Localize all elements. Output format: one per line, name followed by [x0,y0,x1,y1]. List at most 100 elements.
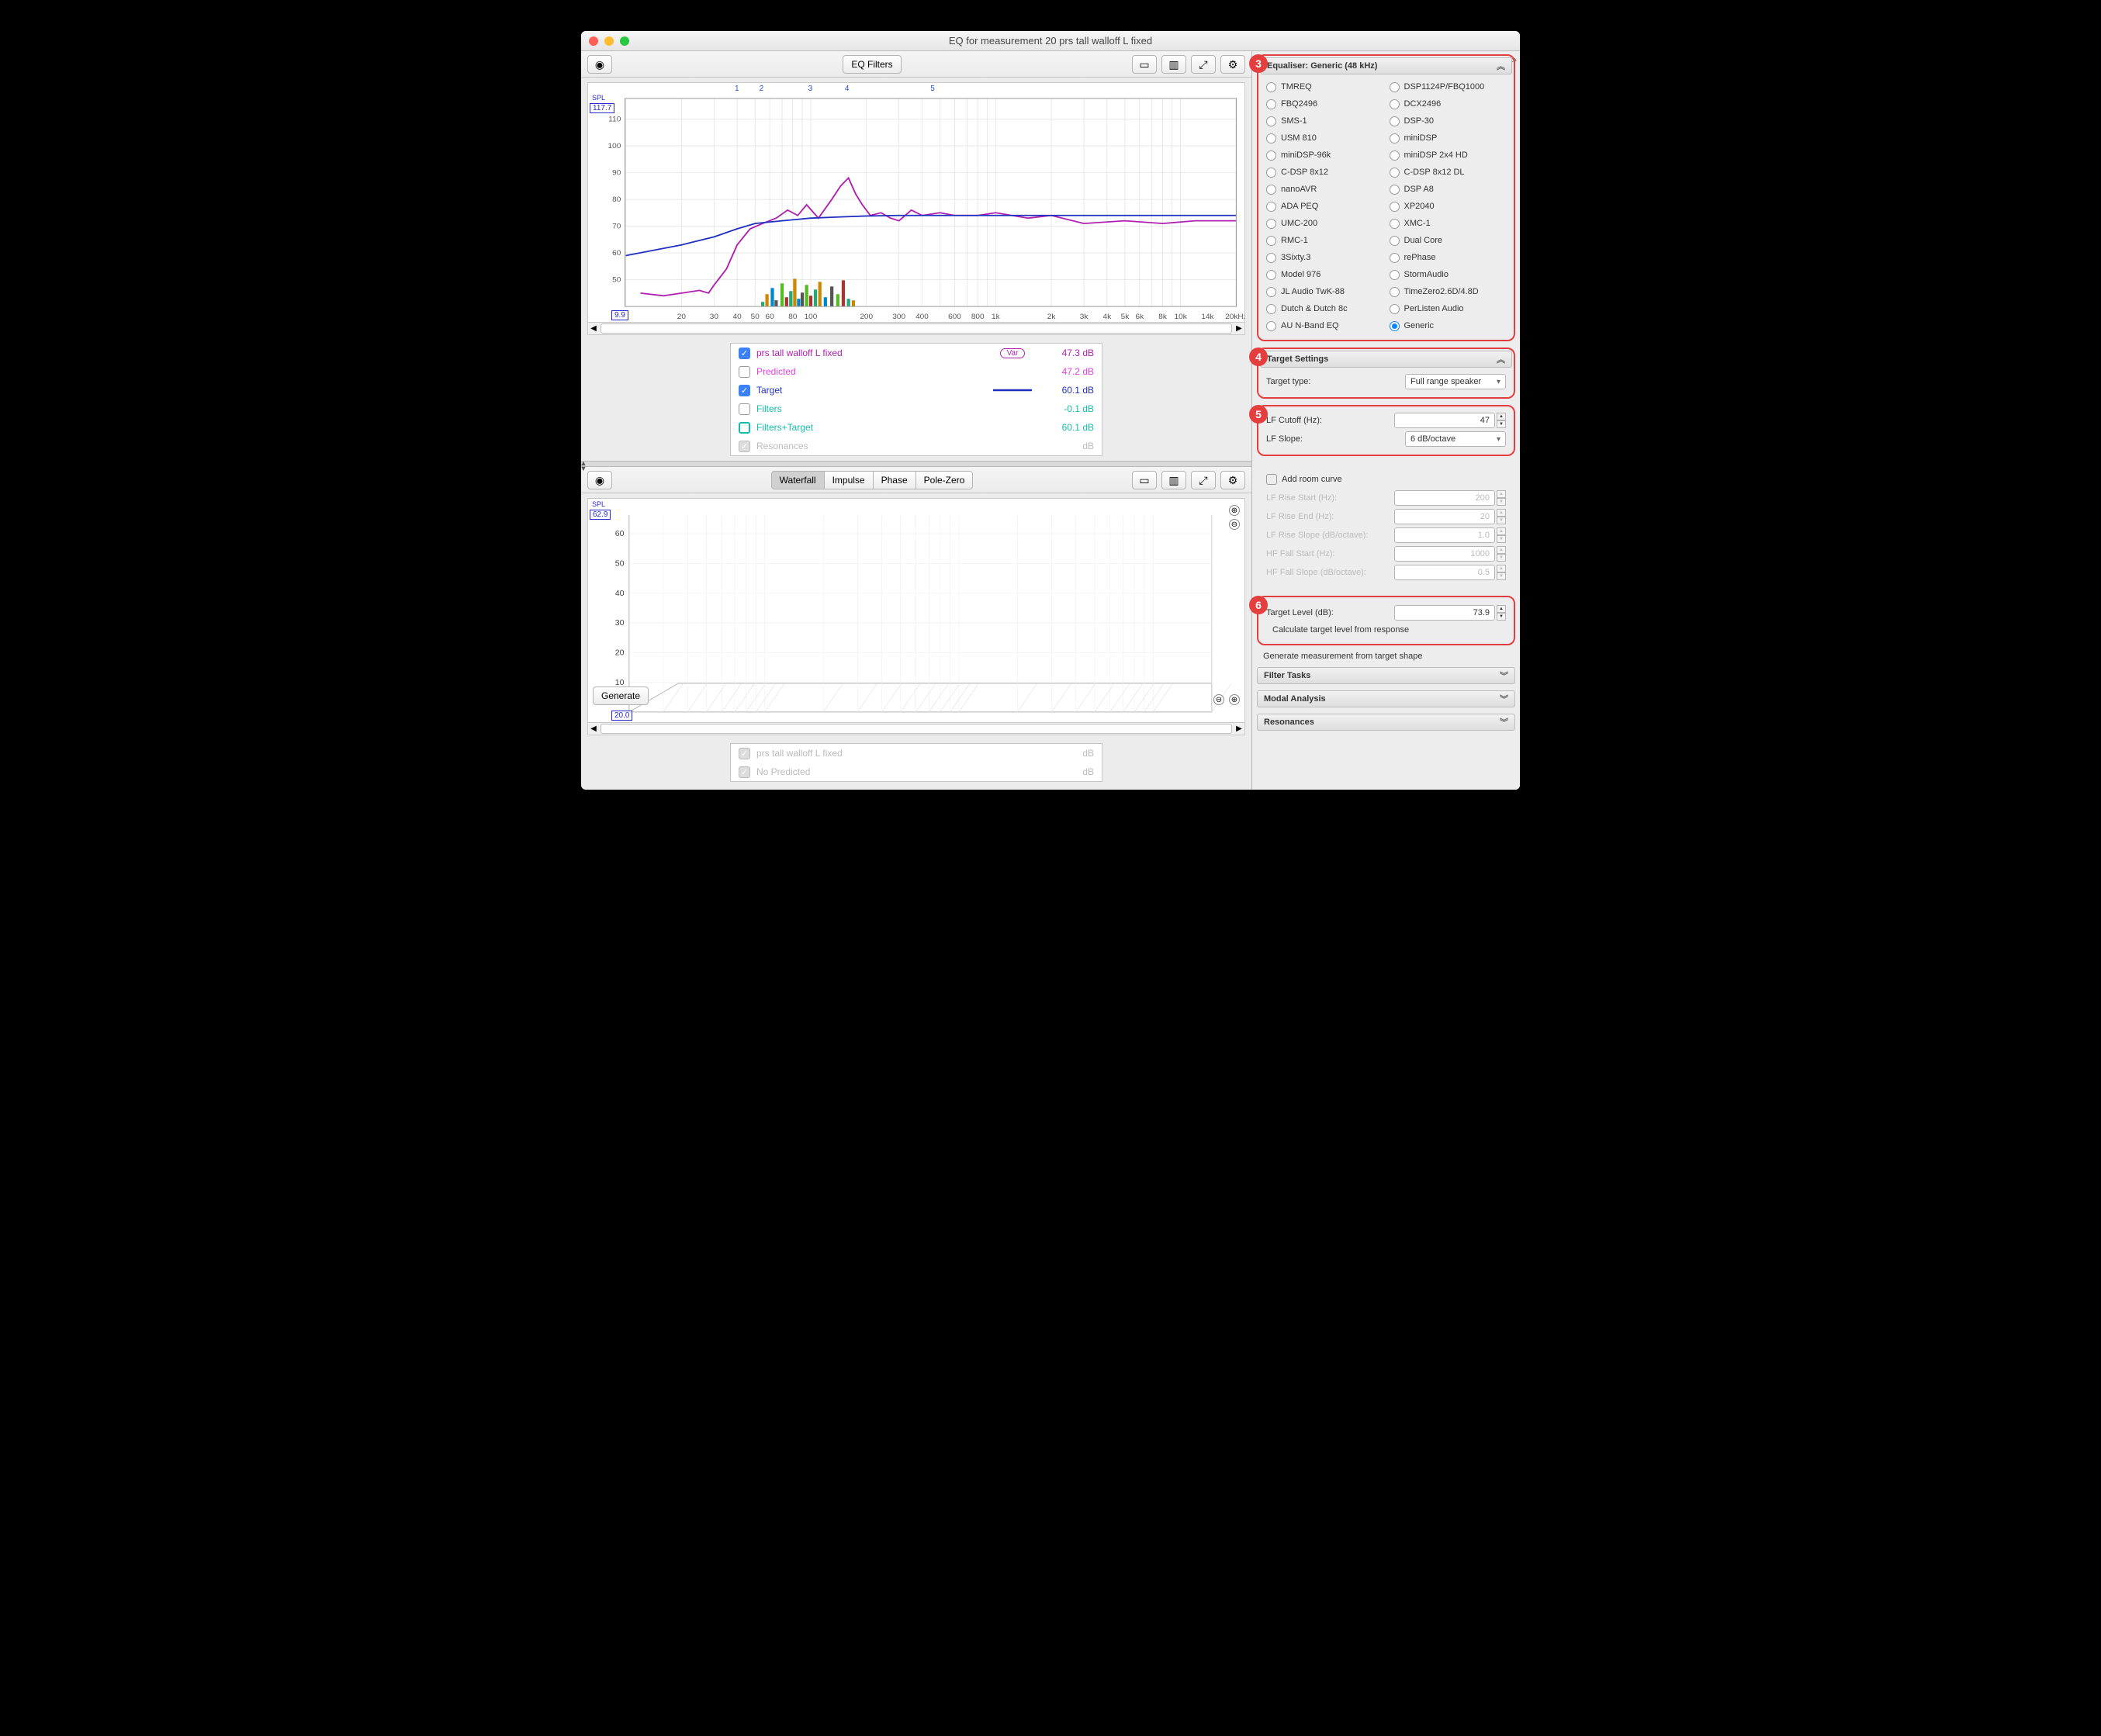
upper-chart-scrollbar[interactable]: ◀ ▶ [587,323,1245,335]
legend-checkbox[interactable]: ✓ [739,441,750,452]
camera-button-2[interactable]: ◉ [587,471,612,489]
eq-filters-button[interactable]: EQ Filters [843,55,901,74]
equaliser-radio-dsp-30[interactable]: DSP-30 [1390,113,1507,129]
target-type-select[interactable]: Full range speaker [1405,374,1506,389]
equaliser-radio-minidsp[interactable]: miniDSP [1390,130,1507,146]
equaliser-radio-dual-core[interactable]: Dual Core [1390,233,1507,248]
equaliser-header[interactable]: Equaliser: Generic (48 kHz) ︽ [1260,57,1512,74]
equaliser-radio-minidsp-2x4-hd[interactable]: miniDSP 2x4 HD [1390,147,1507,163]
equaliser-radio-usm-810[interactable]: USM 810 [1266,130,1383,146]
room-curve-input[interactable]: 0.5 [1394,565,1495,580]
scroll-right-icon[interactable]: ▶ [1234,323,1244,334]
target-level-stepper[interactable]: ▲▼ [1497,605,1506,621]
zoom-in-x[interactable]: ⊕ [1229,694,1240,705]
equaliser-radio-fbq2496[interactable]: FBQ2496 [1266,96,1383,112]
generate-measurement-link[interactable]: Generate measurement from target shape [1257,648,1515,664]
room-curve-input[interactable]: 20 [1394,509,1495,524]
equaliser-radio-au-n-band-eq[interactable]: AU N-Band EQ [1266,318,1383,334]
lower-waterfall-chart[interactable]: SPL 62.9 20.0 ⊕ ⊖ ⊖ ⊕ Generate 102030405… [587,498,1245,723]
equaliser-radio-timezero2-6d-4-8d[interactable]: TimeZero2.6D/4.8D [1390,284,1507,299]
view-mode-impulse[interactable]: Impulse [824,471,874,489]
equaliser-radio-dcx2496[interactable]: DCX2496 [1390,96,1507,112]
scroll-left-icon[interactable]: ◀ [588,323,599,334]
equaliser-radio-tmreq[interactable]: TMREQ [1266,79,1383,95]
equaliser-radio-umc-200[interactable]: UMC-200 [1266,216,1383,231]
radio-icon [1266,219,1276,229]
legend-checkbox[interactable]: ✓ [739,748,750,759]
equaliser-radio-dutch-dutch-8c[interactable]: Dutch & Dutch 8c [1266,301,1383,316]
room-curve-stepper[interactable]: ▲▼ [1497,565,1506,580]
legend-checkbox[interactable]: ✓ [739,348,750,359]
equaliser-radio-generic[interactable]: Generic [1390,318,1507,334]
equaliser-radio-c-dsp-8x12-dl[interactable]: C-DSP 8x12 DL [1390,164,1507,180]
legend-checkbox[interactable] [739,422,750,434]
generate-button[interactable]: Generate [593,686,649,705]
equaliser-radio-3sixty-3[interactable]: 3Sixty.3 [1266,250,1383,265]
equaliser-radio-dsp1124p-fbq1000[interactable]: DSP1124P/FBQ1000 [1390,79,1507,95]
view-screen-button-2[interactable]: ▭ [1132,471,1157,489]
room-curve-stepper[interactable]: ▲▼ [1497,509,1506,524]
view-columns-button-2[interactable]: ▥ [1161,471,1186,489]
lf-cutoff-input[interactable]: 47 [1394,413,1495,428]
equaliser-radio-ada-peq[interactable]: ADA PEQ [1266,199,1383,214]
legend-checkbox[interactable] [739,366,750,378]
room-curve-input[interactable]: 1.0 [1394,527,1495,543]
legend-checkbox[interactable]: ✓ [739,766,750,778]
view-expand-button[interactable]: ⤢ [1191,55,1216,74]
lower-chart-scrollbar[interactable]: ◀ ▶ [587,723,1245,735]
zoom-out-y[interactable]: ⊖ [1229,519,1240,530]
y-value-box-2[interactable]: 62.9 [590,510,611,520]
view-screen-button[interactable]: ▭ [1132,55,1157,74]
gear-icon: ⚙ [1224,56,1241,73]
lf-slope-select[interactable]: 6 dB/octave [1405,431,1506,447]
x-value-box-2[interactable]: 20.0 [611,711,632,721]
pane-splitter[interactable] [581,461,1251,467]
room-curve-stepper[interactable]: ▲▼ [1497,490,1506,506]
equaliser-radio-model-976[interactable]: Model 976 [1266,267,1383,282]
view-mode-pole-zero[interactable]: Pole-Zero [916,471,974,489]
room-curve-stepper[interactable]: ▲▼ [1497,546,1506,562]
equaliser-radio-rmc-1[interactable]: RMC-1 [1266,233,1383,248]
equaliser-radio-jl-audio-twk-88[interactable]: JL Audio TwK-88 [1266,284,1383,299]
equaliser-radio-dsp-a8[interactable]: DSP A8 [1390,182,1507,197]
equaliser-radio-minidsp-96k[interactable]: miniDSP-96k [1266,147,1383,163]
settings-button-2[interactable]: ⚙ [1220,471,1245,489]
resonances-header[interactable]: Resonances︾ [1257,714,1515,731]
legend-checkbox[interactable]: ✓ [739,385,750,396]
room-curve-stepper[interactable]: ▲▼ [1497,527,1506,543]
scroll-right-icon[interactable]: ▶ [1234,723,1244,735]
scroll-left-icon[interactable]: ◀ [588,723,599,735]
target-level-input[interactable]: 73.9 [1394,605,1495,621]
camera-button[interactable]: ◉ [587,55,612,74]
upper-frequency-chart[interactable]: 1 2 3 4 5 SPL 117.7 9.9 5060708090100110… [587,82,1245,323]
equaliser-radio-xmc-1[interactable]: XMC-1 [1390,216,1507,231]
zoom-in-y[interactable]: ⊕ [1229,505,1240,516]
equaliser-radio-rephase[interactable]: rePhase [1390,250,1507,265]
calculate-target-level-link[interactable]: Calculate target level from response [1266,622,1506,638]
equaliser-radio-sms-1[interactable]: SMS-1 [1266,113,1383,129]
equaliser-radio-xp2040[interactable]: XP2040 [1390,199,1507,214]
modal-analysis-header[interactable]: Modal Analysis︾ [1257,690,1515,707]
radio-icon [1390,236,1400,246]
settings-button[interactable]: ⚙ [1220,55,1245,74]
view-mode-waterfall[interactable]: Waterfall [771,471,825,489]
lf-cutoff-stepper[interactable]: ▲▼ [1497,413,1506,428]
view-expand-button-2[interactable]: ⤢ [1191,471,1216,489]
filter-tasks-header[interactable]: Filter Tasks︾ [1257,667,1515,684]
x-value-box[interactable]: 9.9 [611,310,628,320]
equaliser-radio-perlisten-audio[interactable]: PerListen Audio [1390,301,1507,316]
add-room-curve-checkbox[interactable] [1266,474,1277,485]
equaliser-radio-nanoavr[interactable]: nanoAVR [1266,182,1383,197]
view-columns-button[interactable]: ▥ [1161,55,1186,74]
zoom-out-x[interactable]: ⊖ [1213,694,1224,705]
y-value-box[interactable]: 117.7 [590,103,614,113]
upper-legend: ✓prs tall walloff L fixedVar47.3 dBPredi… [730,343,1102,456]
target-settings-header[interactable]: Target Settings ︽ [1260,351,1512,368]
legend-checkbox[interactable] [739,403,750,415]
equaliser-radio-stormaudio[interactable]: StormAudio [1390,267,1507,282]
room-curve-input[interactable]: 200 [1394,490,1495,506]
equaliser-radio-c-dsp-8x12[interactable]: C-DSP 8x12 [1266,164,1383,180]
room-curve-input[interactable]: 1000 [1394,546,1495,562]
svg-text:8k: 8k [1158,313,1167,321]
view-mode-phase[interactable]: Phase [873,471,916,489]
